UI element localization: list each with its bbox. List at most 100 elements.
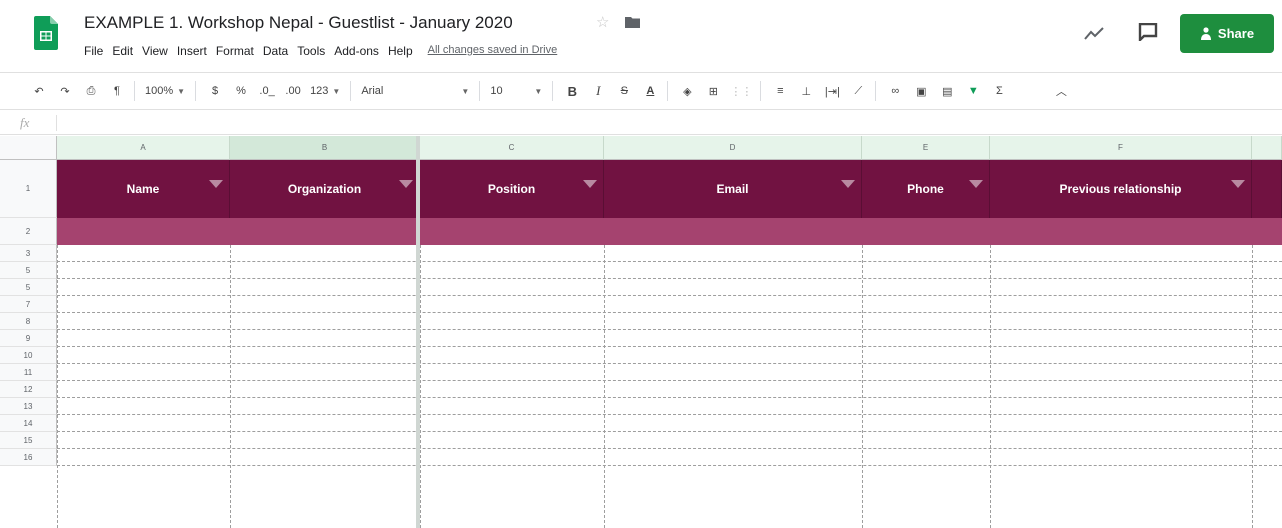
menu-addons[interactable]: Add-ons <box>334 44 379 58</box>
print-icon[interactable]: ⎙ <box>82 80 100 102</box>
more-formats-select[interactable]: 123 ▼ <box>310 80 340 102</box>
column-header[interactable]: D <box>604 136 862 160</box>
row-header[interactable]: 3 <box>0 245 57 262</box>
row-header[interactable]: 9 <box>0 330 57 347</box>
header-cell[interactable]: Name <box>57 160 230 218</box>
row-header[interactable]: 7 <box>0 296 57 313</box>
row-header[interactable]: 8 <box>0 313 57 330</box>
text-rotation-icon[interactable]: ⟋ <box>849 80 867 102</box>
filter-dropdown-icon[interactable] <box>583 180 597 188</box>
row-header[interactable]: 10 <box>0 347 57 364</box>
column-header[interactable]: E <box>862 136 990 160</box>
redo-icon[interactable]: ↷ <box>56 80 74 102</box>
text-color-button[interactable]: A <box>641 80 659 102</box>
spreadsheet-grid[interactable]: A B C D E F 1 2 3 5 5 7 8 9 10 11 12 13 14 15 16 Name Organiza… <box>0 136 1282 528</box>
bold-button[interactable]: B <box>563 80 581 102</box>
chevron-down-icon: ▼ <box>177 86 186 96</box>
app-header: EXAMPLE 1. Workshop Nepal - Guestlist - … <box>0 0 1282 68</box>
chevron-up-icon[interactable]: ︿ <box>1052 80 1070 102</box>
cell-border <box>57 312 1282 313</box>
undo-icon[interactable]: ↶ <box>30 80 48 102</box>
fill-color-icon[interactable]: ◈ <box>678 80 696 102</box>
folder-icon[interactable] <box>625 16 640 28</box>
borders-icon[interactable]: ⊞ <box>704 80 722 102</box>
activity-trend-icon[interactable] <box>1084 26 1104 40</box>
header-cell[interactable]: Phone <box>862 160 990 218</box>
filter-icon[interactable]: ▼ <box>964 80 982 102</box>
currency-format-button[interactable]: $ <box>206 80 224 102</box>
toolbar-divider <box>760 81 762 101</box>
text-wrapping-icon[interactable]: |⇥| <box>823 80 841 102</box>
decrease-decimal-button[interactable]: .0_ <box>258 80 276 102</box>
paint-format-icon[interactable]: ¶ <box>108 80 126 102</box>
header-cell[interactable]: Position <box>420 160 604 218</box>
row-header[interactable]: 13 <box>0 398 57 415</box>
filter-dropdown-icon[interactable] <box>841 180 855 188</box>
insert-comment-icon[interactable]: ▣ <box>912 80 930 102</box>
menu-view[interactable]: View <box>142 44 168 58</box>
column-header[interactable] <box>1252 136 1282 160</box>
menu-file[interactable]: File <box>84 44 103 58</box>
star-icon[interactable]: ☆ <box>596 13 609 31</box>
cell-border <box>990 245 991 528</box>
menu-edit[interactable]: Edit <box>112 44 133 58</box>
header-cell[interactable] <box>1252 160 1282 218</box>
sheets-logo-icon[interactable] <box>34 16 58 50</box>
toolbar-divider <box>350 81 352 101</box>
row-header[interactable]: 15 <box>0 432 57 449</box>
row-header[interactable]: 16 <box>0 449 57 466</box>
column-header[interactable]: C <box>420 136 604 160</box>
menu-tools[interactable]: Tools <box>297 44 325 58</box>
font-select[interactable]: Arial ▼ <box>361 80 469 102</box>
row-header[interactable]: 2 <box>0 218 57 245</box>
cell-border <box>57 278 1282 279</box>
saved-status[interactable]: All changes saved in Drive <box>428 44 558 58</box>
row-header[interactable]: 14 <box>0 415 57 432</box>
column-header[interactable]: B <box>230 136 420 160</box>
italic-button[interactable]: I <box>589 80 607 102</box>
toolbar-divider <box>552 81 554 101</box>
row-header[interactable]: 12 <box>0 381 57 398</box>
filter-dropdown-icon[interactable] <box>969 180 983 188</box>
row-header[interactable]: 1 <box>0 160 57 218</box>
row-header[interactable]: 5 <box>0 262 57 279</box>
filter-dropdown-icon[interactable] <box>399 180 413 188</box>
vertical-align-icon[interactable]: ⊥ <box>797 80 815 102</box>
menu-help[interactable]: Help <box>388 44 413 58</box>
header-cell[interactable]: Organization <box>230 160 420 218</box>
frozen-column-divider[interactable] <box>416 136 420 528</box>
menu-data[interactable]: Data <box>263 44 288 58</box>
column-header[interactable]: A <box>57 136 230 160</box>
zoom-select[interactable]: 100% ▼ <box>145 80 185 102</box>
filter-dropdown-icon[interactable] <box>209 180 223 188</box>
comment-icon[interactable] <box>1138 23 1158 41</box>
select-all-corner[interactable] <box>0 136 57 160</box>
cell-border <box>230 245 231 528</box>
doc-title[interactable]: EXAMPLE 1. Workshop Nepal - Guestlist - … <box>84 13 513 33</box>
column-header[interactable]: F <box>990 136 1252 160</box>
font-size-select[interactable]: 10 ▼ <box>490 80 542 102</box>
toolbar-divider <box>875 81 877 101</box>
insert-chart-icon[interactable]: ▤ <box>938 80 956 102</box>
header-cell-label: Position <box>487 182 536 196</box>
cell-border <box>57 329 1282 330</box>
insert-link-icon[interactable]: ∞ <box>886 80 904 102</box>
header-cell[interactable]: Previous relationship <box>990 160 1252 218</box>
menu-insert[interactable]: Insert <box>177 44 207 58</box>
header-cell[interactable]: Email <box>604 160 862 218</box>
toolbar: ↶ ↷ ⎙ ¶ 100% ▼ $ % .0_ .00 123 ▼ Arial ▼ 10… <box>0 72 1282 110</box>
row-header[interactable]: 5 <box>0 279 57 296</box>
cell-border <box>604 245 605 528</box>
filter-dropdown-icon[interactable] <box>1231 180 1245 188</box>
percent-format-button[interactable]: % <box>232 80 250 102</box>
functions-button[interactable]: Σ <box>990 80 1008 102</box>
share-button[interactable]: Share <box>1180 14 1274 53</box>
formula-bar[interactable]: fx <box>0 111 1282 135</box>
horizontal-align-icon[interactable]: ≡ <box>771 80 789 102</box>
merge-cells-icon[interactable]: ⋮⋮ <box>730 80 752 102</box>
menu-format[interactable]: Format <box>216 44 254 58</box>
row-header[interactable]: 11 <box>0 364 57 381</box>
increase-decimal-button[interactable]: .00 <box>284 80 302 102</box>
strikethrough-button[interactable]: S <box>615 80 633 102</box>
chevron-down-icon: ▼ <box>461 86 470 96</box>
